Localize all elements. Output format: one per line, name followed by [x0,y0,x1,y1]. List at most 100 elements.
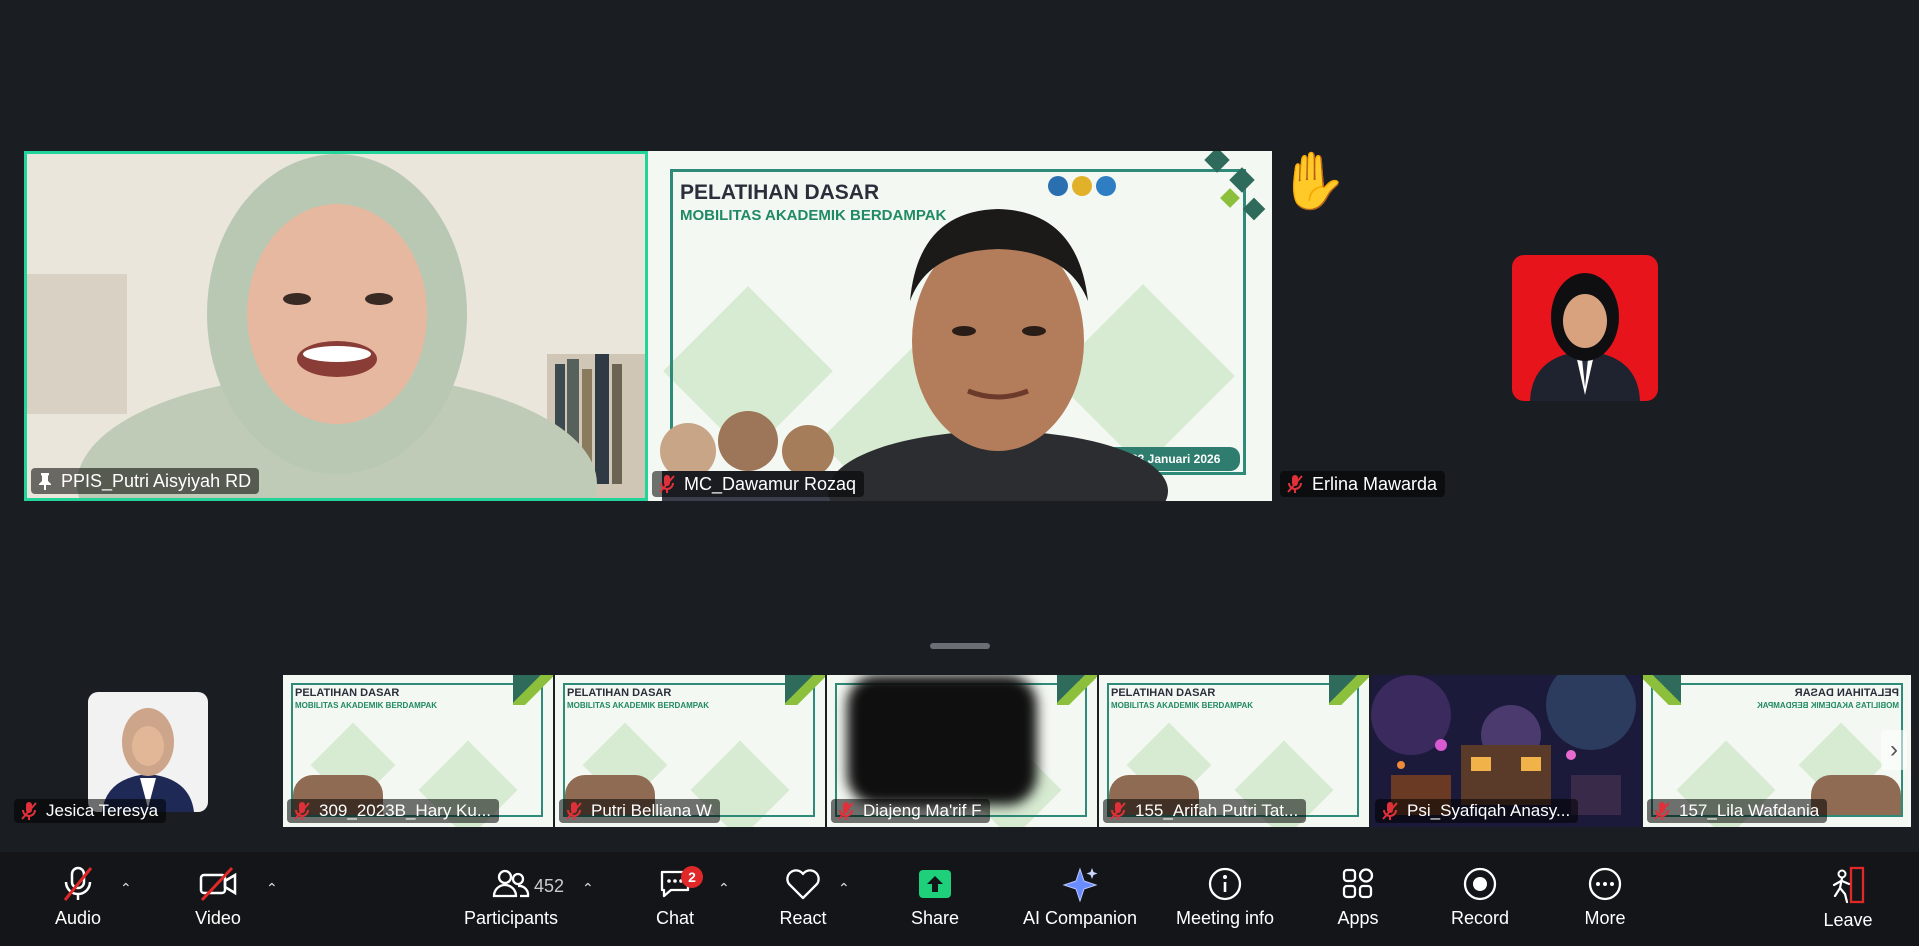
slide-subtitle: MOBILITAS AKADEMIK BERDAMPAK [1111,701,1254,710]
camera-off-icon [199,866,237,902]
react-button[interactable]: React [768,852,838,946]
ai-companion-button[interactable]: AI Companion [1010,852,1150,946]
participant-name: Putri Belliana W [591,801,712,820]
record-label: Record [1450,908,1510,928]
slide-decor [1329,675,1369,705]
participant-name-tag: Putri Belliana W [559,799,720,823]
participant-name-tag: PPIS_Putri Aisyiyah RD [31,468,260,494]
participant-name-tag: Erlina Mawarda [1280,471,1446,497]
mic-muted-icon [294,802,310,820]
avatar [1512,255,1658,401]
slide-title: PELATIHAN DASAR [295,687,400,699]
participant-name-tag: 157_Lila Wafdania [1647,799,1828,823]
video-label: Video [195,908,241,928]
meeting-info-button[interactable]: Meeting info [1165,852,1285,946]
raised-hand-icon: ✋ [1278,151,1348,212]
participant-video [27,154,645,498]
participants-label: Participants [463,908,559,928]
participant-name-tag: Diajeng Ma'rif F [831,799,990,823]
video-tile[interactable]: ✋ Erlina Mawarda [1276,151,1900,501]
video-tile[interactable]: PELATIHAN DASAR MOBILITAS AKADEMIK BERDA… [648,151,1272,501]
audio-button[interactable]: Audio [40,852,116,946]
participant-name: 155_Arifah Putri Tat... [1135,801,1299,820]
react-options-chevron-icon[interactable]: ⌃ [838,880,850,897]
slide-decor [785,675,825,705]
slide-decor [1057,675,1097,705]
participant-name: Erlina Mawarda [1312,473,1438,494]
audio-options-chevron-icon[interactable]: ⌃ [120,880,132,897]
leave-button[interactable]: Leave [1810,852,1886,946]
share-button[interactable]: Share [900,852,970,946]
participant-name: PPIS_Putri Aisyiyah RD [61,470,252,491]
record-icon [1463,867,1497,901]
participant-name-tag: 155_Arifah Putri Tat... [1103,799,1307,823]
audio-label: Audio [54,908,102,928]
mic-muted-icon [1382,802,1398,820]
participant-name: 309_2023B_Hary Ku... [319,801,492,820]
participant-name: MC_Dawamur Rozaq [684,473,857,494]
participant-video [828,209,1168,501]
react-label: React [779,908,827,928]
mic-muted-icon [1110,802,1126,820]
participant-name: 157_Lila Wafdania [1679,801,1820,820]
slide-title: PELATIHAN DASAR [1794,687,1899,699]
slide-decor [513,675,553,705]
chat-unread-badge: 2 [681,866,703,888]
participant-name: Jesica Teresya [46,801,159,820]
thumbnail-tile[interactable]: Jesica Teresya [10,675,280,827]
slide-subtitle: MOBILITAS AKADEMIK BERDAMPAK [567,701,710,710]
video-options-chevron-icon[interactable]: ⌃ [266,880,278,897]
mic-muted-icon [1287,475,1303,493]
video-tile-active-speaker[interactable]: PPIS_Putri Aisyiyah RD [24,151,648,501]
leave-door-icon [1832,866,1865,904]
share-label: Share [910,908,960,928]
info-icon [1208,867,1242,901]
thumbnail-tile[interactable]: PELATIHAN DASAR MOBILITAS AKADEMIK BERDA… [1099,675,1369,827]
chat-options-chevron-icon[interactable]: ⌃ [718,880,730,897]
mic-muted-icon [659,475,675,493]
ai-sparkle-icon [1062,867,1098,902]
meeting-info-label: Meeting info [1175,908,1275,928]
video-button[interactable]: Video [180,852,256,946]
slide-subtitle: MOBILITAS AKADEMIK BERDAMPAK [295,701,438,710]
thumbnail-tile[interactable]: PELATIHAN DASAR MOBILITAS AKADEMIK BERDA… [555,675,825,827]
apps-icon [1342,868,1374,899]
participant-name: Diajeng Ma'rif F [863,801,982,820]
participants-button[interactable]: Participants [456,852,566,946]
more-button[interactable]: More [1565,852,1645,946]
mic-muted-icon [566,802,582,820]
apps-label: Apps [1337,908,1379,928]
heart-icon [786,869,820,900]
thumbnail-tile[interactable]: Psi_Syafiqah Anasy... [1371,675,1641,827]
mic-muted-icon [1654,802,1670,820]
slide-subtitle: MOBILITAS AKADEMIK BERDAMPAK [1756,701,1899,710]
leave-label: Leave [1823,910,1873,930]
blurred-participant [847,675,1037,805]
participant-name-tag: Psi_Syafiqah Anasy... [1375,799,1579,823]
participants-options-chevron-icon[interactable]: ⌃ [582,880,594,897]
chat-button[interactable]: Chat [640,852,710,946]
meeting-toolbar: Audio ⌃ Video ⌃ Participants 452 ⌃ Chat … [0,852,1919,946]
mic-muted-icon [63,866,93,901]
more-label: More [1584,908,1626,928]
avatar [88,692,208,812]
participant-name-tag: 309_2023B_Hary Ku... [287,799,500,823]
pin-icon [39,473,51,490]
mic-muted-icon [21,802,37,820]
share-screen-icon [919,870,951,898]
more-icon [1588,867,1622,901]
thumbnail-tile[interactable]: PELATIHAN DASAR MOBILITAS AKADEMIK BERDA… [1643,675,1911,827]
ai-companion-label: AI Companion [1022,908,1138,928]
apps-button[interactable]: Apps [1318,852,1398,946]
slide-decor [1643,675,1681,705]
thumbnail-tile[interactable]: PELATIHAN DASAR MOBILITAS AKADEMIK BERDA… [283,675,553,827]
record-button[interactable]: Record [1435,852,1525,946]
slide-title: PELATIHAN DASAR [567,687,672,699]
slide-title: PELATIHAN DASAR [1111,687,1216,699]
participant-name-tag: Jesica Teresya [14,799,167,823]
resize-handle[interactable] [930,643,990,649]
thumbnail-tile[interactable]: Diajeng Ma'rif F [827,675,1097,827]
mic-muted-icon [838,802,854,820]
virtual-background-slide: PELATIHAN DASAR MOBILITAS AKADEMIK BERDA… [648,151,1272,501]
next-page-chevron-icon[interactable]: › [1881,730,1907,770]
